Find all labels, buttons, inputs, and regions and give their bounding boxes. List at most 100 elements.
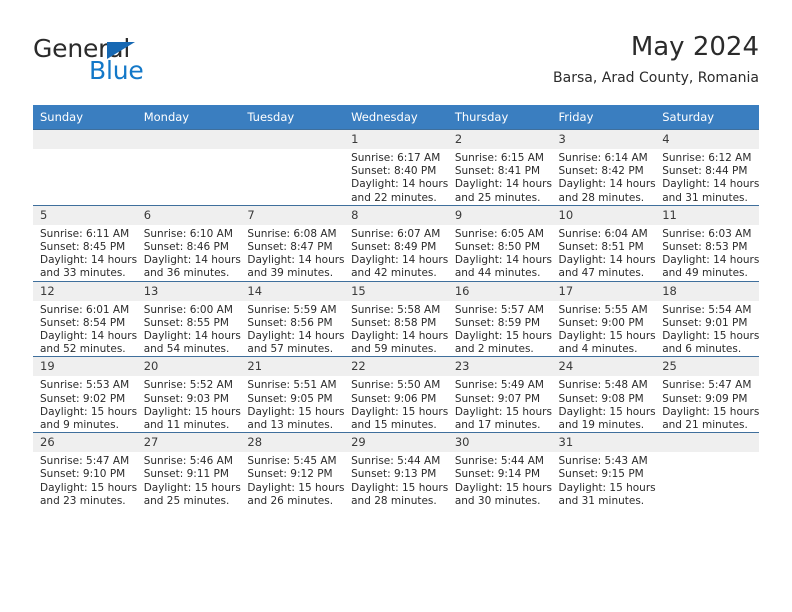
day-info-sunset: Sunset: 9:08 PM (558, 392, 644, 405)
day-info-sunset: Sunset: 9:05 PM (247, 392, 333, 405)
calendar-day-cell[interactable]: 22 Sunrise: 5:50 AM Sunset: 9:06 PM Dayligh… (344, 356, 448, 433)
day-info-daylight2: and 42 minutes. (351, 267, 437, 280)
calendar-page: General Blue May 2024 Barsa, Arad County… (0, 0, 792, 612)
calendar-day-cell[interactable]: 6 Sunrise: 6:10 AM Sunset: 8:46 PM Daylight… (136, 204, 241, 282)
calendar-day-cell[interactable]: 16 Sunrise: 5:57 AM Sunset: 8:59 PM Dayligh… (447, 280, 552, 357)
calendar-day-cell[interactable]: 15 Sunrise: 5:58 AM Sunset: 8:58 PM Dayligh… (344, 280, 448, 357)
calendar-day-cell[interactable]: 13 Sunrise: 6:00 AM Sunset: 8:55 PM Dayligh… (136, 280, 241, 357)
calendar-day-cell[interactable]: 31 Sunrise: 5:43 AM Sunset: 9:15 PM Dayligh… (551, 432, 656, 509)
day-info-daylight1: Daylight: 15 hours (454, 330, 552, 343)
day-info-sunrise: Sunrise: 6:08 AM (247, 227, 337, 240)
day-info-daylight2: and 39 minutes. (247, 267, 334, 280)
day-info: Sunrise: 6:07 AM Sunset: 8:49 PM Daylight:… (344, 225, 448, 281)
day-info-sunrise: Sunrise: 5:52 AM (143, 379, 233, 392)
day-info-daylight2: and 23 minutes. (40, 494, 126, 507)
page-header: General Blue May 2024 Barsa, Arad County… (33, 30, 759, 100)
day-info: Sunrise: 5:48 AM Sunset: 9:08 PM Daylight:… (552, 376, 656, 432)
calendar-day-cell[interactable]: 20 Sunrise: 5:52 AM Sunset: 9:03 PM Dayligh… (136, 356, 241, 433)
day-info: Sunrise: 6:03 AM Sunset: 8:53 PM Daylight:… (655, 225, 759, 281)
day-info-daylight2: and 28 minutes. (351, 494, 437, 507)
day-number: 22 (344, 357, 448, 377)
calendar-day-cell[interactable]: 24 Sunrise: 5:48 AM Sunset: 9:08 PM Dayligh… (551, 356, 656, 433)
day-info-sunset: Sunset: 9:07 PM (454, 392, 541, 405)
calendar-day-cell[interactable]: 25 Sunrise: 5:47 AM Sunset: 9:09 PM Dayligh… (655, 356, 759, 433)
day-info-daylight2: and 44 minutes. (454, 267, 541, 280)
calendar-week-row: 26 Sunrise: 5:47 AM Sunset: 9:10 PM Dayligh… (33, 432, 759, 509)
day-info-daylight2: and 11 minutes. (143, 419, 230, 432)
day-info: Sunrise: 6:15 AM Sunset: 8:41 PM Daylight:… (448, 149, 552, 205)
calendar-day-cell[interactable]: 12 Sunrise: 6:01 AM Sunset: 8:54 PM Dayligh… (33, 280, 137, 357)
day-info: Sunrise: 6:04 AM Sunset: 8:51 PM Daylight:… (552, 225, 656, 281)
day-info-daylight1: Daylight: 15 hours (40, 405, 138, 418)
day-info: Sunrise: 5:47 AM Sunset: 9:09 PM Daylight:… (655, 376, 759, 432)
calendar-body: 1 Sunrise: 6:17 AM Sunset: 8:40 PM Daylight… (33, 129, 759, 509)
day-info-sunset: Sunset: 8:46 PM (143, 241, 229, 254)
calendar-day-cell[interactable]: 3 Sunrise: 6:14 AM Sunset: 8:42 PM Daylight… (551, 129, 656, 206)
day-info-sunrise: Sunrise: 6:07 AM (351, 227, 441, 240)
day-info: Sunrise: 6:05 AM Sunset: 8:50 PM Daylight:… (448, 225, 552, 281)
calendar-day-cell[interactable]: 23 Sunrise: 5:49 AM Sunset: 9:07 PM Dayligh… (447, 356, 552, 433)
day-info-sunrise: Sunrise: 6:05 AM (454, 227, 544, 240)
calendar-day-cell[interactable]: 2 Sunrise: 6:15 AM Sunset: 8:41 PM Daylight… (447, 129, 552, 206)
day-info-sunset: Sunset: 9:03 PM (143, 392, 229, 405)
day-info-daylight2: and 19 minutes. (558, 419, 645, 432)
day-number: 16 (447, 281, 552, 301)
day-info-sunset: Sunset: 9:12 PM (247, 468, 333, 481)
day-info-daylight2: and 9 minutes. (40, 419, 119, 432)
day-info: Sunrise: 5:45 AM Sunset: 9:12 PM Daylight:… (240, 452, 344, 508)
day-info: Sunrise: 6:10 AM Sunset: 8:46 PM Daylight:… (137, 225, 241, 281)
day-info-sunrise: Sunrise: 6:00 AM (143, 303, 233, 316)
calendar-day-cell[interactable]: 5 Sunrise: 6:11 AM Sunset: 8:45 PM Daylight… (33, 204, 137, 282)
calendar-day-cell[interactable]: 4 Sunrise: 6:12 AM Sunset: 8:44 PM Daylight… (655, 129, 759, 206)
day-info-sunset: Sunset: 9:00 PM (558, 316, 644, 329)
calendar-day-cell[interactable]: 10 Sunrise: 6:04 AM Sunset: 8:51 PM Dayligh… (551, 204, 656, 282)
day-number: 21 (240, 357, 345, 377)
day-info-daylight1: Daylight: 15 hours (558, 481, 656, 494)
general-blue-logo[interactable]: General Blue (33, 34, 253, 94)
calendar-day-cell[interactable]: 1 Sunrise: 6:17 AM Sunset: 8:40 PM Daylight… (344, 129, 449, 206)
day-info: Sunrise: 5:44 AM Sunset: 9:14 PM Daylight:… (448, 452, 552, 508)
calendar-day-cell[interactable]: 7 Sunrise: 6:08 AM Sunset: 8:47 PM Daylight… (240, 204, 345, 282)
day-number: 24 (551, 357, 656, 377)
weekday-header-thursday: Thursday (447, 105, 552, 130)
day-number: 27 (136, 433, 241, 453)
day-info: Sunrise: 6:14 AM Sunset: 8:42 PM Daylight:… (552, 149, 656, 205)
calendar-day-cell[interactable]: 27 Sunrise: 5:46 AM Sunset: 9:11 PM Dayligh… (136, 432, 241, 509)
day-info-sunset: Sunset: 9:06 PM (351, 392, 437, 405)
day-info-daylight2: and 2 minutes. (454, 343, 534, 356)
day-info: Sunrise: 5:57 AM Sunset: 8:59 PM Daylight:… (448, 301, 552, 357)
calendar-day-cell[interactable]: 11 Sunrise: 6:03 AM Sunset: 8:53 PM Dayligh… (655, 204, 759, 282)
day-info-daylight1: Daylight: 14 hours (662, 254, 760, 267)
day-info-sunset: Sunset: 9:10 PM (40, 468, 126, 481)
calendar-day-cell[interactable]: 18 Sunrise: 5:54 AM Sunset: 9:01 PM Dayligh… (655, 280, 759, 357)
day-info-sunset: Sunset: 8:56 PM (247, 316, 333, 329)
calendar-day-cell[interactable]: 8 Sunrise: 6:07 AM Sunset: 8:49 PM Daylight… (344, 204, 448, 282)
calendar-week-row: 1 Sunrise: 6:17 AM Sunset: 8:40 PM Daylight… (33, 129, 759, 206)
day-info-sunrise: Sunrise: 6:10 AM (143, 227, 233, 240)
calendar-day-cell[interactable]: 9 Sunrise: 6:05 AM Sunset: 8:50 PM Daylight… (447, 204, 552, 282)
day-info-daylight1: Daylight: 15 hours (351, 481, 449, 494)
calendar-day-cell[interactable]: 30 Sunrise: 5:44 AM Sunset: 9:14 PM Dayligh… (447, 432, 552, 509)
day-info-daylight1: Daylight: 15 hours (247, 405, 345, 418)
day-info-sunrise: Sunrise: 6:03 AM (662, 227, 752, 240)
calendar-day-cell[interactable]: 19 Sunrise: 5:53 AM Sunset: 9:02 PM Dayligh… (33, 356, 138, 433)
day-info-daylight1: Daylight: 14 hours (454, 254, 552, 267)
day-info-daylight2: and 33 minutes. (40, 267, 126, 280)
day-info-daylight1: Daylight: 14 hours (351, 178, 449, 191)
day-info-daylight1: Daylight: 14 hours (143, 254, 241, 267)
day-info-sunset: Sunset: 8:45 PM (40, 241, 126, 254)
calendar-day-cell[interactable]: 29 Sunrise: 5:44 AM Sunset: 9:13 PM Dayligh… (344, 432, 449, 509)
calendar-day-cell[interactable]: 21 Sunrise: 5:51 AM Sunset: 9:05 PM Dayligh… (240, 356, 345, 433)
day-info-sunset: Sunset: 8:58 PM (351, 316, 437, 329)
calendar-day-cell[interactable]: 28 Sunrise: 5:45 AM Sunset: 9:12 PM Dayligh… (240, 432, 345, 509)
day-info: Sunrise: 5:59 AM Sunset: 8:56 PM Daylight:… (240, 301, 344, 357)
weekday-header-row: Sunday Monday Tuesday Wednesday Thursday Frid… (33, 105, 759, 130)
calendar-day-cell[interactable]: 17 Sunrise: 5:55 AM Sunset: 9:00 PM Dayligh… (551, 280, 656, 357)
calendar-day-cell[interactable]: 26 Sunrise: 5:47 AM Sunset: 9:10 PM Dayligh… (33, 432, 137, 509)
day-info-sunrise: Sunrise: 6:04 AM (558, 227, 648, 240)
day-info-sunrise: Sunrise: 6:14 AM (558, 152, 648, 164)
day-number: 23 (447, 357, 552, 377)
calendar-cell-empty (33, 129, 137, 206)
calendar-day-cell[interactable]: 14 Sunrise: 5:59 AM Sunset: 8:56 PM Dayligh… (240, 280, 345, 357)
day-number: 6 (136, 205, 241, 225)
